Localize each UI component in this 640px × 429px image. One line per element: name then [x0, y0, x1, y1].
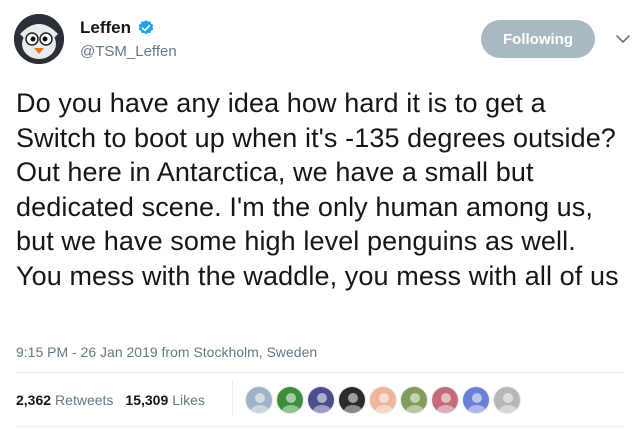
- tweet-text: Do you have any idea how hard it is to g…: [16, 88, 619, 291]
- display-name[interactable]: Leffen: [80, 18, 131, 38]
- divider-top: [16, 372, 624, 373]
- liker-avatar-7-icon[interactable]: [431, 386, 459, 414]
- user-names: Leffen @TSM_Leffen: [80, 18, 177, 60]
- divider-bottom: [16, 426, 624, 427]
- retweets-count: 2,362: [16, 392, 52, 408]
- liker-avatar-3-icon[interactable]: [307, 386, 335, 414]
- likes-stat[interactable]: 15,309 Likes: [125, 392, 205, 408]
- tweet-timestamp[interactable]: 9:15 PM - 26 Jan 2019: [16, 344, 158, 360]
- liker-avatar-2-icon[interactable]: [276, 386, 304, 414]
- liker-avatar-6-icon[interactable]: [400, 386, 428, 414]
- retweets-label: Retweets: [55, 392, 114, 408]
- penguin-avatar-icon: [14, 14, 64, 64]
- tweet-header: Leffen @TSM_Leffen Following: [14, 12, 634, 68]
- liker-avatar-9-icon[interactable]: [493, 386, 521, 414]
- display-name-row: Leffen: [80, 18, 177, 38]
- profile-avatar[interactable]: [14, 14, 64, 64]
- liker-avatar-4-icon[interactable]: [338, 386, 366, 414]
- liker-avatar-8-icon[interactable]: [462, 386, 490, 414]
- verified-badge-icon: [138, 20, 154, 35]
- following-button[interactable]: Following: [481, 20, 595, 58]
- likes-label: Likes: [172, 392, 205, 408]
- likes-count: 15,309: [125, 392, 169, 408]
- retweets-stat[interactable]: 2,362 Retweets: [16, 392, 113, 408]
- tweet-stats: 2,362 Retweets 15,309 Likes: [16, 392, 217, 408]
- stats-separator: [232, 380, 233, 416]
- chevron-down-icon[interactable]: [614, 30, 632, 48]
- tweet-location[interactable]: Stockholm, Sweden: [193, 344, 317, 360]
- liker-avatar-1-icon[interactable]: [245, 386, 273, 414]
- tweet-metadata: 9:15 PM - 26 Jan 2019 from Stockholm, Sw…: [16, 344, 317, 360]
- from-label: from: [161, 344, 190, 360]
- liker-avatar-5-icon[interactable]: [369, 386, 397, 414]
- user-handle[interactable]: @TSM_Leffen: [80, 43, 177, 60]
- liker-avatars: [245, 386, 521, 414]
